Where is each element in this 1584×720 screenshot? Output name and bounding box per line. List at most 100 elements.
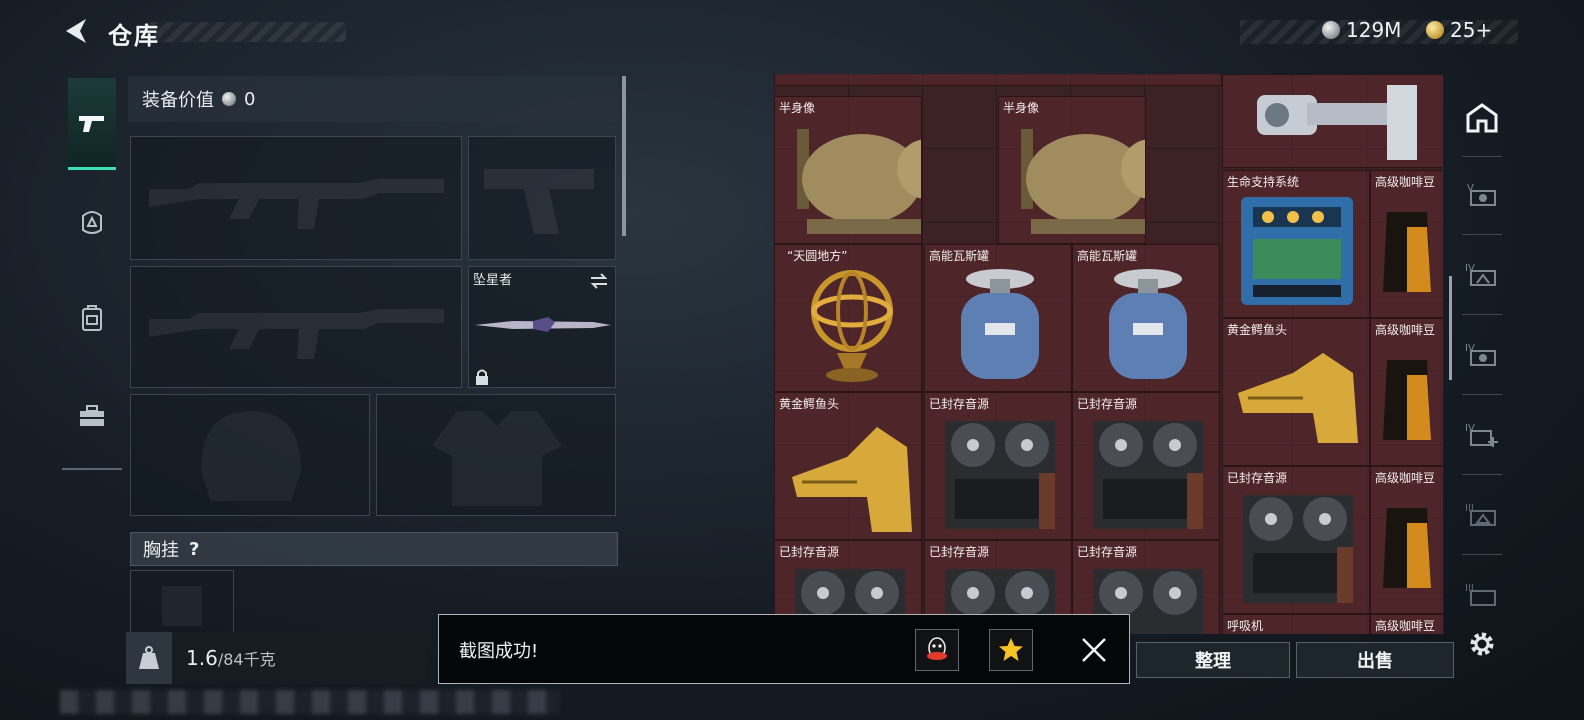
title-decoration xyxy=(150,22,346,42)
stash-tier-3-icon: III xyxy=(1465,503,1496,526)
reel-to-reel-recorder-icon xyxy=(1093,421,1203,529)
stash-page-iv-a[interactable]: IV xyxy=(1460,252,1504,296)
stash-item-gas-canister[interactable]: 高能瓦斯罐 xyxy=(924,244,1072,392)
stash-item-bust[interactable]: 半身像 xyxy=(774,96,922,244)
organize-button[interactable]: 整理 xyxy=(1136,642,1290,678)
loadout-scrollbar[interactable] xyxy=(622,76,626,236)
stash-item-gas-canister[interactable]: 高能瓦斯罐 xyxy=(1072,244,1220,392)
stash-home-icon xyxy=(1466,103,1498,133)
pistol-slot[interactable] xyxy=(468,136,616,260)
stash-item-coffee[interactable]: 高级咖啡豆 xyxy=(1370,318,1444,466)
chest-rig-silhouette-icon xyxy=(162,586,202,626)
close-icon[interactable] xyxy=(1079,635,1109,665)
item-name: 高级咖啡豆 xyxy=(1375,471,1436,485)
item-name: 半身像 xyxy=(779,101,816,115)
item-name: 黄金鳄鱼头 xyxy=(1227,323,1288,337)
gold-currency[interactable]: 25+ xyxy=(1426,18,1492,42)
share-qzone-button[interactable] xyxy=(989,629,1033,671)
pistol-icon xyxy=(79,115,104,132)
item-name: 高级咖啡豆 xyxy=(1375,323,1436,337)
category-backpack[interactable] xyxy=(68,294,116,342)
category-weapons[interactable] xyxy=(68,78,116,170)
rail-separator xyxy=(1462,554,1502,555)
qq-icon xyxy=(927,637,947,660)
stash-item-golden-crocodile-head[interactable]: 黄金鳄鱼头 xyxy=(1222,318,1370,466)
helmet-slot[interactable] xyxy=(130,394,370,516)
stash-item-partial[interactable] xyxy=(774,74,1222,86)
help-icon[interactable]: ? xyxy=(189,539,199,560)
backpack-icon xyxy=(82,305,102,331)
machine-icon xyxy=(1257,85,1417,160)
rifle-silhouette-icon xyxy=(149,179,444,229)
stash-tier-4-add-icon: IV xyxy=(1465,423,1498,447)
chest-rig-slot[interactable] xyxy=(130,570,234,634)
sell-button[interactable]: 出售 xyxy=(1296,642,1454,678)
gold-currency-value: 25+ xyxy=(1450,18,1493,42)
svg-text:IV: IV xyxy=(1465,343,1475,354)
stash-page-iv-add[interactable]: IV xyxy=(1460,412,1504,456)
stash-item-bust[interactable]: 半身像 xyxy=(998,96,1146,244)
rail-separator xyxy=(1462,394,1502,395)
stash-item-golden-crocodile-head[interactable]: 黄金鳄鱼头 xyxy=(774,392,922,540)
item-name: 已封存音源 xyxy=(1227,471,1288,485)
stash-page-v[interactable]: V xyxy=(1460,172,1504,216)
category-rail xyxy=(62,72,122,470)
stash-item-life-support[interactable]: 生命支持系统 xyxy=(1222,170,1370,318)
category-toolbox[interactable] xyxy=(68,392,116,440)
primary-weapon-slot-2[interactable] xyxy=(130,266,462,388)
armor-silhouette-icon xyxy=(432,411,562,506)
stash-item-reel-recorder[interactable]: 已封存音源 xyxy=(924,392,1072,540)
stash-item-reel-recorder[interactable]: 已封存音源 xyxy=(1222,466,1370,614)
item-name: 高能瓦斯罐 xyxy=(1077,249,1138,263)
share-qq-button[interactable] xyxy=(915,629,959,671)
screenshot-toast: 截图成功! xyxy=(438,614,1130,684)
stash-home-button[interactable] xyxy=(1460,96,1504,140)
stash-item-ventilator[interactable]: 呼吸机 xyxy=(1222,614,1370,634)
chest-rig-section-header: 胸挂 ? xyxy=(130,532,618,566)
category-gear[interactable] xyxy=(68,198,116,246)
helmet-icon xyxy=(82,211,102,234)
item-name: 生命支持系统 xyxy=(1227,175,1300,189)
stash-item-coffee[interactable]: 高级咖啡豆 xyxy=(1370,170,1444,318)
helmet-silhouette-icon xyxy=(201,411,301,501)
swap-arrows-icon[interactable] xyxy=(589,273,609,289)
item-name: 呼吸机 xyxy=(1227,619,1264,633)
stash-scrollbar[interactable] xyxy=(1449,276,1452,380)
stash-grid-panel: 半身像 半身像 生命支持系统 高级咖啡豆 “天圆地方” 高能瓦斯罐 高能瓦斯罐 … xyxy=(774,74,1444,634)
melee-slot-label: 坠星者 xyxy=(473,273,513,288)
gas-canister-icon xyxy=(1109,269,1187,379)
melee-slot[interactable]: 坠星者 xyxy=(468,266,616,388)
stash-item-reel-recorder[interactable]: 已封存音源 xyxy=(1072,392,1220,540)
settings-button[interactable] xyxy=(1460,622,1504,666)
knife-icon xyxy=(475,317,611,332)
rail-separator xyxy=(1462,314,1502,315)
weight-bar: 1.6/84千克 xyxy=(126,632,426,684)
item-name: 已封存音源 xyxy=(929,397,990,411)
chest-rig-label: 胸挂 xyxy=(143,540,179,561)
armor-slot[interactable] xyxy=(376,394,616,516)
stash-item-armillary[interactable]: “天圆地方” xyxy=(774,244,922,392)
silver-currency[interactable]: 129M xyxy=(1322,18,1401,42)
toolbox-icon xyxy=(80,405,104,426)
loadout-panel: 装备价值 0 坠星者 胸挂 ? xyxy=(128,74,628,634)
stash-item-coffee[interactable]: 高级咖啡豆 xyxy=(1370,614,1444,634)
bust-icon xyxy=(1021,129,1145,234)
item-name: 黄金鳄鱼头 xyxy=(779,397,840,411)
coffee-bag-icon xyxy=(1383,212,1431,292)
item-name: 高级咖啡豆 xyxy=(1375,175,1436,189)
silver-coin-icon xyxy=(1322,21,1340,39)
item-name: 已封存音源 xyxy=(929,545,990,559)
item-name: 已封存音源 xyxy=(779,545,840,559)
svg-text:III: III xyxy=(1465,503,1474,514)
stash-item-machine-top[interactable] xyxy=(1222,74,1444,168)
stash-page-iii-a[interactable]: III xyxy=(1460,492,1504,536)
back-arrow-icon[interactable] xyxy=(60,14,94,48)
primary-weapon-slot-1[interactable] xyxy=(130,136,462,260)
stash-page-iii-b[interactable]: III xyxy=(1460,572,1504,616)
settings-gear-icon xyxy=(1470,632,1494,656)
silver-coin-icon xyxy=(222,92,236,106)
stash-page-iv-b[interactable]: IV xyxy=(1460,332,1504,376)
stash-tier-5-icon: V xyxy=(1467,183,1496,206)
stash-item-coffee[interactable]: 高级咖啡豆 xyxy=(1370,466,1444,614)
item-name: 高能瓦斯罐 xyxy=(929,249,990,263)
